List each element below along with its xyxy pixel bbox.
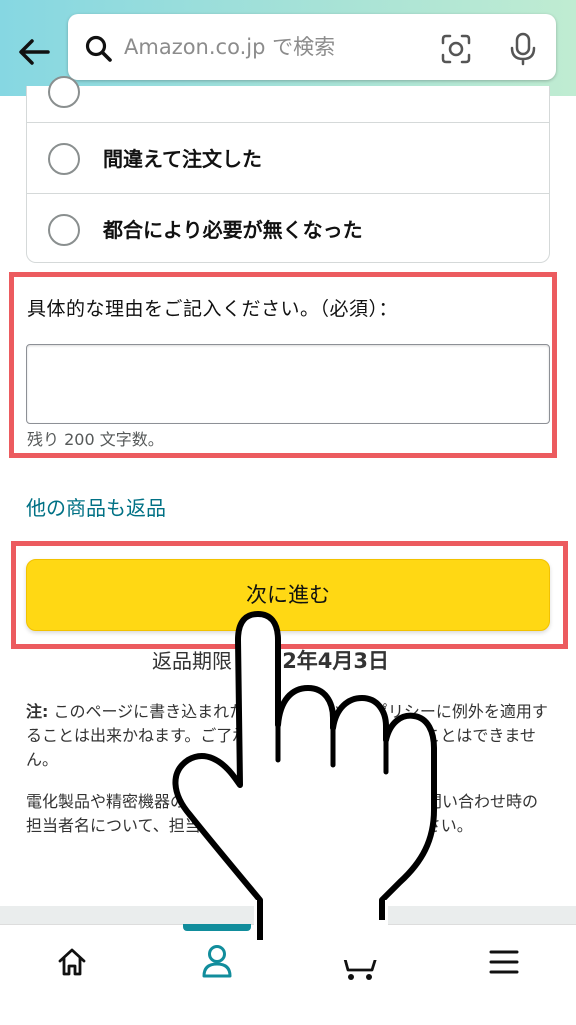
deadline-prefix: 返品期限 [152,649,232,673]
menu-icon[interactable] [488,948,520,976]
note-heading: 注: [26,702,49,721]
search-input[interactable]: Amazon.co.jp で検索 [124,32,335,62]
footer-spacer [0,906,576,924]
cart-count: 0 [354,938,366,958]
radio-button-ordered-by-mistake[interactable] [48,143,80,175]
note-text: このページに書き込まれた内容に基づいて、ポリシーに例外を適用することは出来かねま… [26,702,548,769]
microphone-icon[interactable] [508,32,538,66]
character-counter: 残り 200 文字数。 [27,430,164,449]
next-button-label: 次に進む [246,583,330,607]
policy-note: 注: このページに書き込まれた内容に基づいて、ポリシーに例外を適用することは出来… [26,700,552,772]
return-other-items-link[interactable]: 他の商品も返品 [26,494,166,522]
return-deadline: 返品期限 2022年4月3日 [152,647,389,675]
reason-option-label[interactable]: 都合により必要が無くなった [103,216,363,244]
reason-option-label[interactable]: 間違えて注文した [103,145,262,173]
camera-scan-icon[interactable] [440,33,472,65]
radio-button-no-longer-needed[interactable] [48,214,80,246]
divider [26,122,550,123]
search-icon [85,35,112,62]
divider [26,193,550,194]
home-icon[interactable] [56,946,88,978]
list-top-edge [26,86,550,96]
account-icon[interactable] [200,943,234,979]
deadline-date: 2022年4月3日 [238,649,390,673]
policy-note-detail: 電化製品や精密機器の返品をご希望の場合、メーカーお問い合わせ時の担当者名について… [26,792,539,835]
back-arrow-icon[interactable] [14,32,54,72]
reason-text-field[interactable] [26,344,550,424]
active-tab-indicator [183,924,251,931]
reason-detail-label: 具体的な理由をご記入ください。（必須）： [27,298,399,320]
